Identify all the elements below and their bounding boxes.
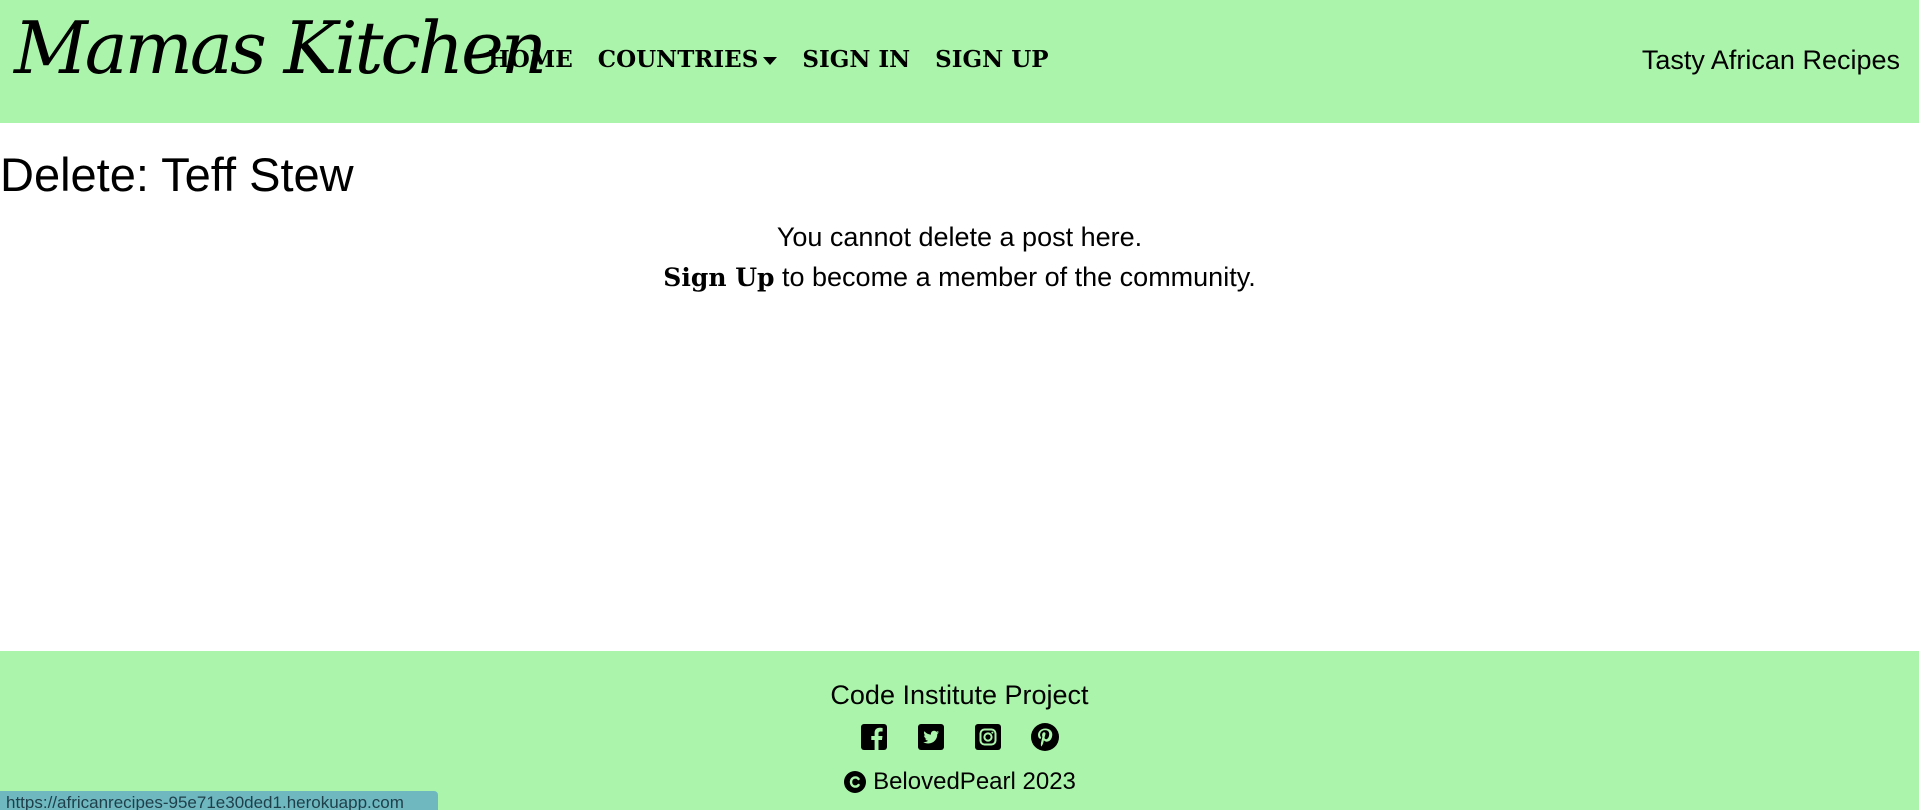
nav-sign-in-link[interactable]: SIGN IN <box>802 44 910 76</box>
navbar: Mamas Kitchen HOME COUNTRIES SIGN IN SIG… <box>0 0 1919 123</box>
cannot-delete-message: You cannot delete a post here. <box>776 222 1143 252</box>
nav-countries-label: COUNTRIES <box>597 46 759 73</box>
pinterest-icon[interactable] <box>1030 722 1060 752</box>
nav-countries-dropdown[interactable]: COUNTRIES <box>598 44 778 76</box>
footer: Code Institute Project BelovedPearl 2023 <box>0 651 1919 810</box>
footer-title: Code Institute Project <box>830 680 1089 710</box>
signup-prompt-text: to become a member of the community. <box>782 262 1256 292</box>
facebook-icon[interactable] <box>859 722 889 752</box>
link-preview-status-bar: https://africanrecipes-95e71e30ded1.hero… <box>0 791 438 810</box>
brand-logo[interactable]: Mamas Kitchen <box>14 0 547 96</box>
nav-links: HOME COUNTRIES SIGN IN SIGN UP <box>488 44 1049 76</box>
nav-sign-up-link[interactable]: SIGN UP <box>935 44 1048 76</box>
caret-down-icon <box>763 57 778 65</box>
copyright-text: BelovedPearl 2023 <box>873 768 1076 795</box>
copyright-icon <box>844 771 867 793</box>
tagline: Tasty African Recipes <box>1641 45 1900 75</box>
page-title: Delete: Teff Stew <box>0 148 354 201</box>
instagram-icon[interactable] <box>973 722 1003 752</box>
signup-prompt: Sign Up to become a member of the commun… <box>0 259 1919 296</box>
social-links <box>0 722 1919 752</box>
sign-up-link[interactable]: Sign Up <box>663 263 774 292</box>
nav-home-link[interactable]: HOME <box>488 44 573 76</box>
twitter-icon[interactable] <box>916 722 946 752</box>
